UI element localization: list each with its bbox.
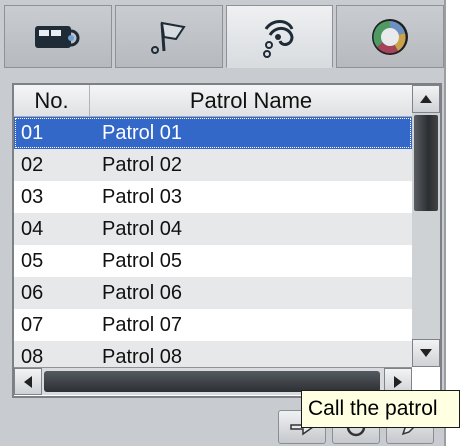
camera-preset-icon (34, 25, 80, 48)
color-ball-icon (372, 18, 409, 55)
row-patrol-name: Patrol 06 (102, 282, 183, 304)
row-patrol-name: Patrol 08 (102, 346, 183, 367)
scroll-left-button[interactable] (14, 368, 42, 395)
patrol-panel: No. Patrol Name 01 Patrol 01 02 Patrol 0… (0, 0, 446, 446)
row-number: 01 (21, 122, 44, 144)
tab-pattern[interactable] (336, 5, 444, 68)
table-body: 01 Patrol 01 02 Patrol 02 03 Patrol 03 0… (14, 117, 412, 367)
row-patrol-name: Patrol 05 (102, 250, 183, 272)
table-row[interactable]: 07 Patrol 07 (14, 309, 412, 341)
table-row[interactable]: 06 Patrol 06 (14, 277, 412, 309)
row-number: 02 (21, 154, 44, 176)
table-row[interactable]: 03 Patrol 03 (14, 181, 412, 213)
row-patrol-name: Patrol 03 (102, 186, 183, 208)
row-number: 08 (21, 346, 44, 367)
vertical-scrollbar[interactable] (412, 85, 440, 367)
triangle-left-icon (24, 375, 32, 388)
vertical-scroll-track[interactable] (412, 113, 440, 339)
horizontal-scroll-thumb[interactable] (44, 371, 380, 392)
triangle-down-icon (420, 349, 432, 357)
triangle-up-icon (420, 95, 432, 103)
table-header: No. Patrol Name (14, 85, 412, 117)
tab-flag[interactable] (114, 5, 223, 68)
row-patrol-name: Patrol 07 (102, 314, 183, 336)
tooltip: Call the patrol (301, 390, 460, 428)
table-row[interactable]: 01 Patrol 01 (14, 117, 412, 149)
row-number: 05 (21, 250, 44, 272)
row-number: 07 (21, 314, 44, 336)
tab-bar (4, 5, 444, 68)
row-number: 03 (21, 186, 44, 208)
table-row[interactable]: 02 Patrol 02 (14, 149, 412, 181)
tab-preset[interactable] (4, 5, 112, 68)
table-row[interactable]: 08 Patrol 08 (14, 341, 412, 367)
triangle-right-icon (394, 375, 402, 388)
column-header-patrol-name[interactable]: Patrol Name (90, 85, 412, 117)
row-patrol-name: Patrol 04 (102, 218, 183, 240)
tab-patrol[interactable] (225, 5, 334, 68)
column-header-no[interactable]: No. (14, 85, 90, 117)
patrol-list: No. Patrol Name 01 Patrol 01 02 Patrol 0… (12, 83, 442, 398)
table-row[interactable]: 05 Patrol 05 (14, 245, 412, 277)
row-patrol-name: Patrol 01 (102, 122, 183, 144)
table-row[interactable]: 04 Patrol 04 (14, 213, 412, 245)
row-number: 06 (21, 282, 44, 304)
scroll-down-button[interactable] (412, 339, 440, 367)
vertical-scroll-thumb[interactable] (414, 115, 438, 211)
patrol-path-icon (263, 19, 294, 58)
scroll-up-button[interactable] (412, 85, 440, 113)
row-patrol-name: Patrol 02 (102, 154, 183, 176)
flag-icon (150, 21, 186, 54)
row-number: 04 (21, 218, 44, 240)
